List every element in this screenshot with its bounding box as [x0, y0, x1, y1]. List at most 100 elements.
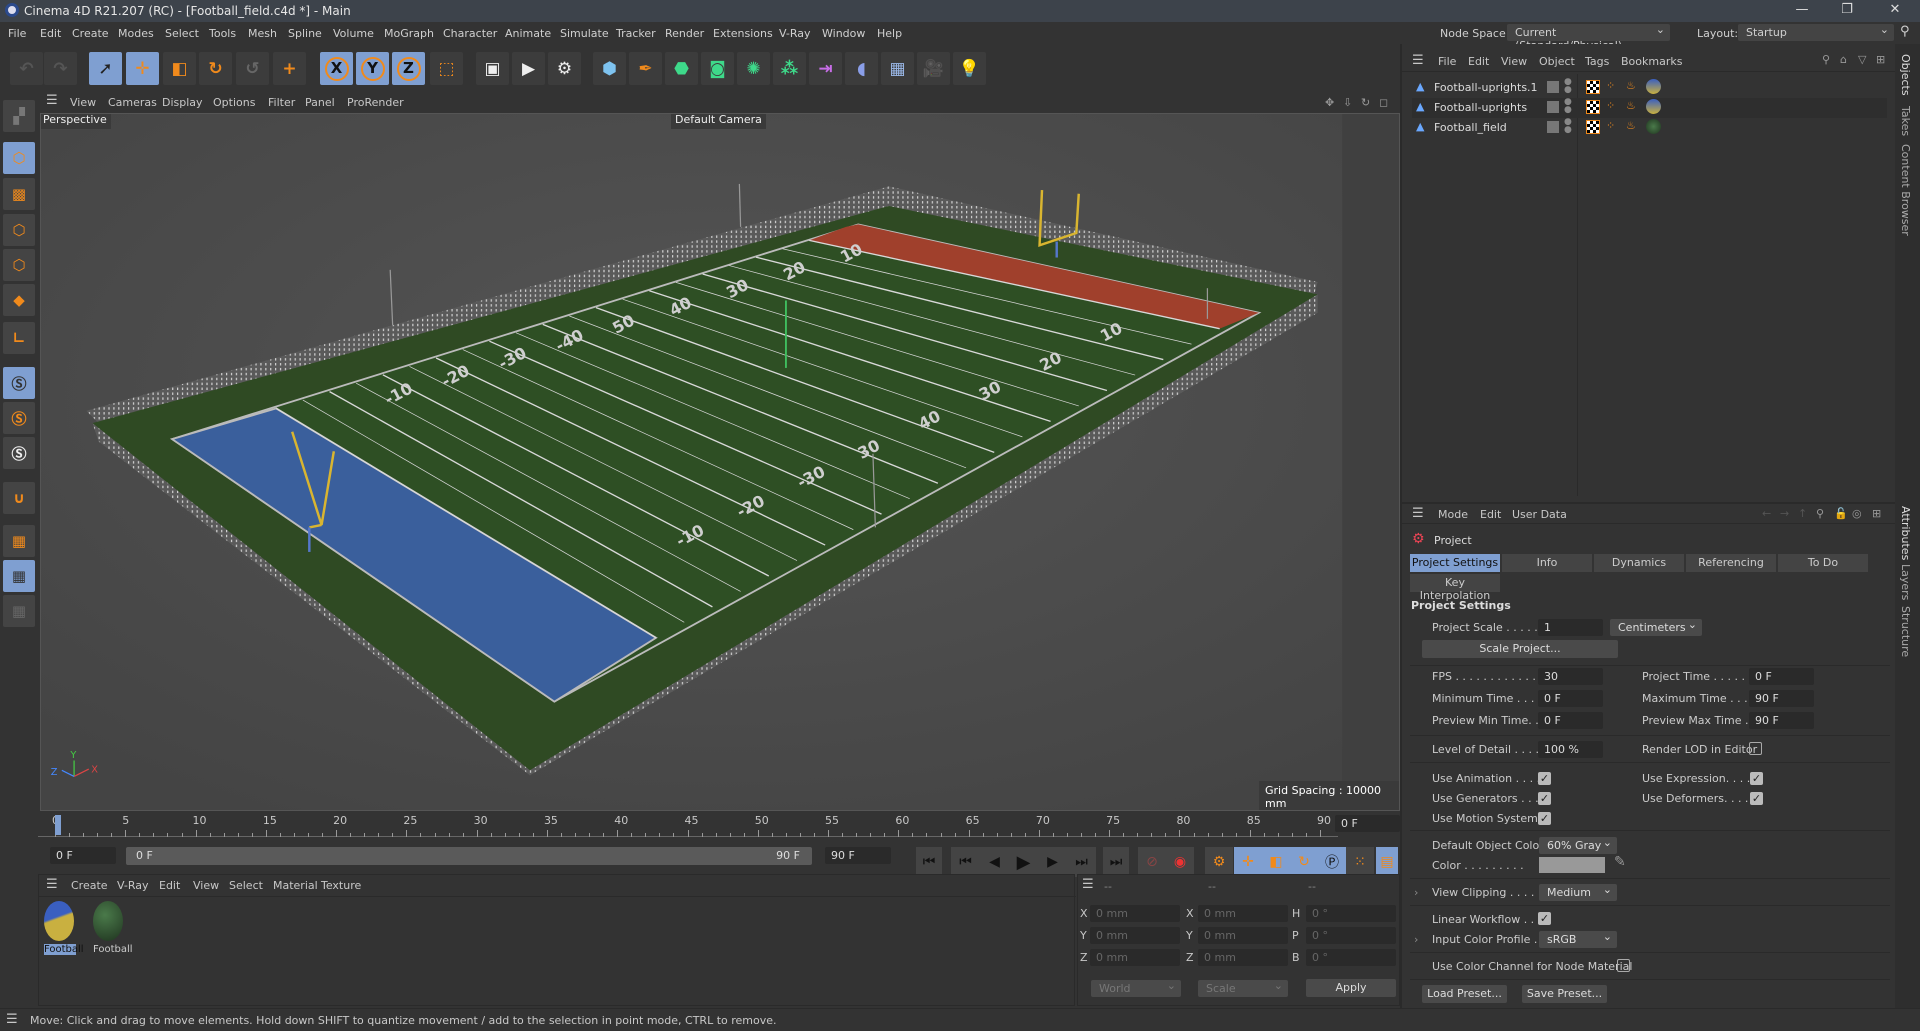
vray-tag-icon[interactable]: ♨ [1626, 99, 1636, 112]
pen-icon[interactable]: ✒ [629, 52, 662, 85]
phong-tag-icon[interactable]: ⁘ [1606, 119, 1615, 132]
menu-tools[interactable]: Tools [209, 27, 236, 40]
menu-file[interactable]: File [8, 27, 26, 40]
material-menu-vray[interactable]: V-Ray [117, 879, 149, 892]
load-preset-button[interactable]: Load Preset... [1422, 985, 1507, 1003]
object-row[interactable]: ▲ Football_field ● ● ⁘ ♨ [1412, 118, 1887, 138]
new-panel-icon[interactable]: ⊞ [1872, 507, 1881, 520]
position-field[interactable]: 0 mm [1090, 949, 1180, 966]
zoom-view-icon[interactable]: ⇩ [1343, 96, 1352, 109]
menu-modes[interactable]: Modes [118, 27, 154, 40]
rotation-field[interactable]: 0 ° [1306, 905, 1396, 922]
previous-key-icon[interactable]: ⏮ [951, 847, 980, 877]
material-menu-edit[interactable]: Edit [159, 879, 180, 892]
object-name[interactable]: Football-uprights [1434, 101, 1527, 114]
menu-mograph[interactable]: MoGraph [384, 27, 434, 40]
x-axis-icon[interactable]: X [320, 52, 353, 85]
pan-view-icon[interactable]: ✥ [1325, 96, 1334, 109]
level-of-detail-field[interactable]: 100 % [1538, 741, 1603, 758]
tab-referencing[interactable]: Referencing [1686, 554, 1776, 572]
objects-menu-bookmarks[interactable]: Bookmarks [1621, 55, 1682, 68]
project-scale-field[interactable]: 1 [1538, 619, 1603, 636]
close-button[interactable]: ✕ [1875, 2, 1915, 20]
polygons-mode-icon[interactable]: ◆ [3, 284, 35, 316]
tab-dynamics[interactable]: Dynamics [1594, 554, 1684, 572]
current-frame-field[interactable]: 0 F [1335, 815, 1400, 832]
model-mode-icon[interactable]: ▞ [3, 100, 35, 132]
parameter-key-icon[interactable]: Ⓟ [1318, 847, 1346, 877]
menu-window[interactable]: Window [822, 27, 865, 40]
rotate-view-icon[interactable]: ↻ [1361, 96, 1370, 109]
hamburger-icon[interactable]: ☰ [1412, 506, 1424, 521]
vray-tag-icon[interactable]: ♨ [1626, 79, 1636, 92]
material-menu-select[interactable]: Select [229, 879, 263, 892]
search-icon[interactable]: ⚲ [1900, 24, 1910, 39]
viewport-menu-view[interactable]: View [70, 96, 96, 109]
coordinate-system-icon[interactable]: ⬚ [430, 52, 463, 85]
previous-frame-icon[interactable]: ◀ [980, 847, 1009, 877]
position-field[interactable]: 0 mm [1090, 927, 1180, 944]
render-lod-checkbox[interactable] [1749, 742, 1762, 755]
project-time-field[interactable]: 0 F [1749, 668, 1814, 685]
side-tab-takes[interactable]: Takes [1899, 106, 1912, 136]
menu-volume[interactable]: Volume [333, 27, 374, 40]
input-color-profile-dropdown[interactable]: sRGB [1539, 930, 1617, 948]
menu-spline[interactable]: Spline [288, 27, 322, 40]
viewport-menu-prorender[interactable]: ProRender [347, 96, 404, 109]
layout-dropdown[interactable]: Startup [1738, 23, 1894, 41]
deformer-icon[interactable]: ⇥ [809, 52, 842, 85]
redo-icon[interactable]: ↷ [44, 52, 77, 85]
point-level-icon[interactable]: ⁙ [1346, 847, 1374, 877]
menu-render[interactable]: Render [665, 27, 704, 40]
sky-icon[interactable]: ▦ [881, 52, 914, 85]
camera-icon[interactable]: 🎥 [917, 52, 950, 85]
cube-icon[interactable]: ⬢ [593, 52, 626, 85]
fps-field[interactable]: 30 [1538, 668, 1603, 685]
tab-to-do[interactable]: To Do [1778, 554, 1868, 572]
menu-character[interactable]: Character [443, 27, 497, 40]
undo-icon[interactable]: ↶ [10, 52, 43, 85]
next-frame-icon[interactable]: ▶ [1038, 847, 1067, 877]
objects-menu-view[interactable]: View [1501, 55, 1527, 68]
material-tag-icon[interactable] [1646, 79, 1661, 94]
texture-tag-icon[interactable] [1586, 80, 1600, 94]
floor-icon[interactable]: ◖ [845, 52, 878, 85]
viewport-3d[interactable]: -10 -20 -30 30 40 30 20 10 -10 -20 -30 -40 50 40 30 20… [40, 113, 1400, 811]
hamburger-icon[interactable]: ☰ [1412, 53, 1424, 68]
visibility-dots-icon[interactable]: ● ● [1564, 78, 1572, 95]
menu-simulate[interactable]: Simulate [560, 27, 609, 40]
use-expression-checkbox[interactable]: ✓ [1750, 772, 1763, 785]
keyframe-selection-icon[interactable]: ⚙ [1205, 847, 1233, 877]
rotation-field[interactable]: 0 ° [1306, 949, 1396, 966]
eyedropper-icon[interactable]: ✎ [1614, 854, 1626, 870]
target-icon[interactable]: ◎ [1852, 507, 1862, 520]
project-scale-unit-dropdown[interactable]: Centimeters [1610, 618, 1702, 636]
up-icon[interactable]: ↑ [1798, 507, 1807, 520]
viewport-menu-display[interactable]: Display [162, 96, 203, 109]
points-mode-icon[interactable]: ⬡ [3, 214, 35, 246]
y-axis-icon[interactable]: Y [356, 52, 389, 85]
tab-key-interpolation[interactable]: Key Interpolation [1410, 574, 1500, 602]
layer-icon[interactable] [1547, 101, 1559, 113]
material-swatch[interactable]: Football [44, 901, 84, 959]
move-icon[interactable]: ✛ [126, 52, 159, 85]
hamburger-icon[interactable]: ☰ [6, 1012, 18, 1027]
hamburger-icon[interactable]: ☰ [1082, 877, 1094, 892]
solo-single-icon[interactable]: Ⓢ [3, 402, 35, 434]
material-menu-texture[interactable]: Texture [321, 879, 361, 892]
apply-button[interactable]: Apply [1306, 979, 1396, 997]
menu-mesh[interactable]: Mesh [248, 27, 277, 40]
object-name[interactable]: Football_field [1434, 121, 1507, 134]
record-icon[interactable]: ⊘ [1138, 847, 1166, 877]
minimize-button[interactable]: — [1782, 2, 1822, 20]
use-generators-checkbox[interactable]: ✓ [1538, 792, 1551, 805]
search-icon[interactable]: ⚲ [1822, 53, 1830, 66]
go-to-start-icon[interactable]: ⏮ [916, 847, 942, 877]
viewport-menu-panel[interactable]: Panel [305, 96, 335, 109]
autokey-icon[interactable]: ◉ [1166, 847, 1194, 877]
z-axis-icon[interactable]: Z [392, 52, 425, 85]
toggle-view-icon[interactable]: ◻ [1379, 96, 1388, 109]
menu-tracker[interactable]: Tracker [616, 27, 656, 40]
size-field[interactable]: 0 mm [1198, 905, 1288, 922]
phong-tag-icon[interactable]: ⁘ [1606, 99, 1615, 112]
